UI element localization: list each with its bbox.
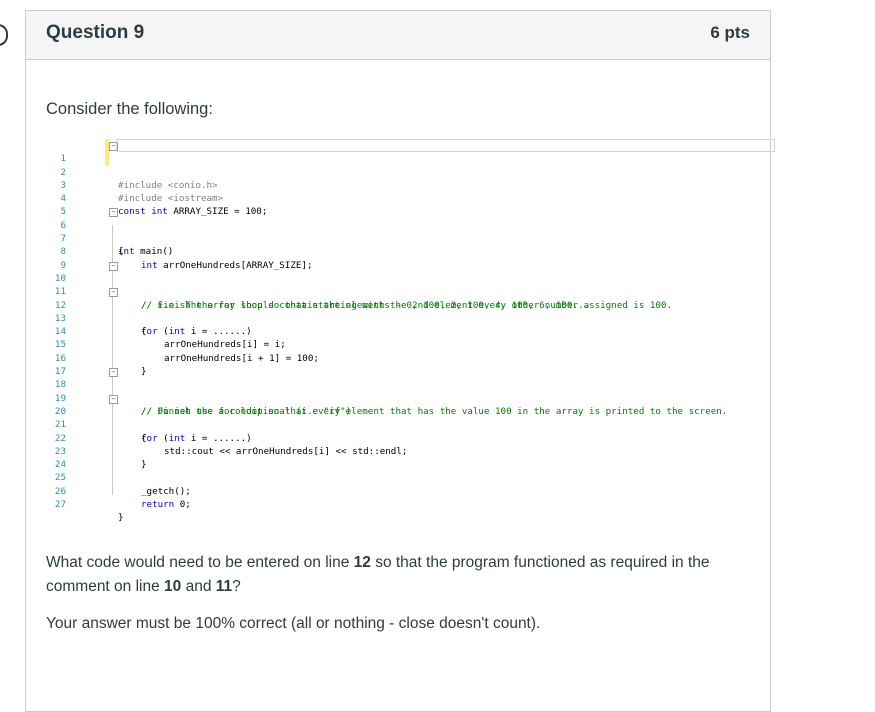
code-line-25: 25 _getch(); bbox=[50, 458, 774, 496]
question-intro: Consider the following: bbox=[46, 100, 213, 118]
collapse-icon[interactable]: − bbox=[109, 261, 118, 271]
code-line-19: 19 // Do not use a conditional (i.e "if"… bbox=[50, 378, 774, 417]
code-line-24: 24 bbox=[50, 445, 774, 470]
answer-note: Your answer must be 100% correct (all or… bbox=[46, 615, 541, 632]
current-line-highlight bbox=[116, 139, 775, 152]
question-header: Question 9 6 pts bbox=[26, 11, 770, 60]
code-image: 1 − #include <iostream> 2 #include <coni… bbox=[50, 139, 775, 523]
collapse-icon[interactable]: − bbox=[109, 394, 118, 404]
code-line-15: 15 arrOneHundreds[i + 1] = 100; bbox=[50, 325, 774, 363]
question-prompt: What code would need to be entered on li… bbox=[46, 554, 710, 595]
code-line-17: 17 bbox=[50, 352, 774, 377]
previous-arrow-icon[interactable] bbox=[0, 24, 8, 46]
code-line-8: 8 int arrOneHundreds[ARRAY_SIZE]; bbox=[50, 232, 774, 270]
collapse-icon[interactable]: − bbox=[109, 208, 118, 218]
code-line-14: 14 arrOneHundreds[i] = i; bbox=[50, 312, 774, 350]
code-line-6: 6 − int main() bbox=[50, 205, 774, 257]
code-line-23: 23 } bbox=[50, 432, 774, 470]
code-line-7: 7 { bbox=[50, 219, 774, 257]
code-line-22: 22 std::cout << arrOneHundreds[i] << std… bbox=[50, 418, 774, 457]
code-line-1: 1 − #include <iostream> bbox=[50, 139, 775, 204]
code-line-21: 21 { bbox=[50, 405, 774, 443]
question-title: Question 9 bbox=[46, 22, 145, 43]
code-line-27: 27 } bbox=[50, 485, 774, 523]
code-line-5: 5 bbox=[50, 192, 774, 217]
question-card: Question 9 6 pts Consider the following:… bbox=[25, 10, 775, 712]
question-points: 6 pts bbox=[710, 23, 750, 42]
code-line-2: 2 #include <conio.h> bbox=[50, 152, 774, 191]
code-line-12: 12 − for (int i = ......) bbox=[50, 285, 774, 337]
code-line-16: 16 } bbox=[50, 338, 774, 377]
code-line-11: 11 // i.e. The array should contain the … bbox=[50, 272, 774, 310]
code-line-10: 10 − // Finish the for loop so that star… bbox=[50, 259, 774, 311]
code-line-3: 3 bbox=[50, 166, 774, 191]
code-line-9: 9 bbox=[50, 245, 774, 271]
code-line-13: 13 { bbox=[50, 299, 774, 337]
code-text: return 0; bbox=[141, 499, 191, 511]
collapse-icon[interactable]: − bbox=[109, 288, 118, 298]
line-number: 27 bbox=[54, 499, 66, 511]
code-line-4: 4 const int ARRAY_SIZE = 100; bbox=[50, 179, 774, 217]
code-line-20: 20 − for (int i = ......) bbox=[50, 392, 774, 444]
code-line-18: 18 − // Finish the for loop so that ever… bbox=[50, 365, 774, 417]
question-body: Consider the following: bbox=[46, 100, 750, 119]
code-text: } bbox=[118, 512, 124, 524]
collapse-icon[interactable]: − bbox=[109, 368, 118, 378]
code-line-26: 26 return 0; bbox=[50, 471, 774, 510]
